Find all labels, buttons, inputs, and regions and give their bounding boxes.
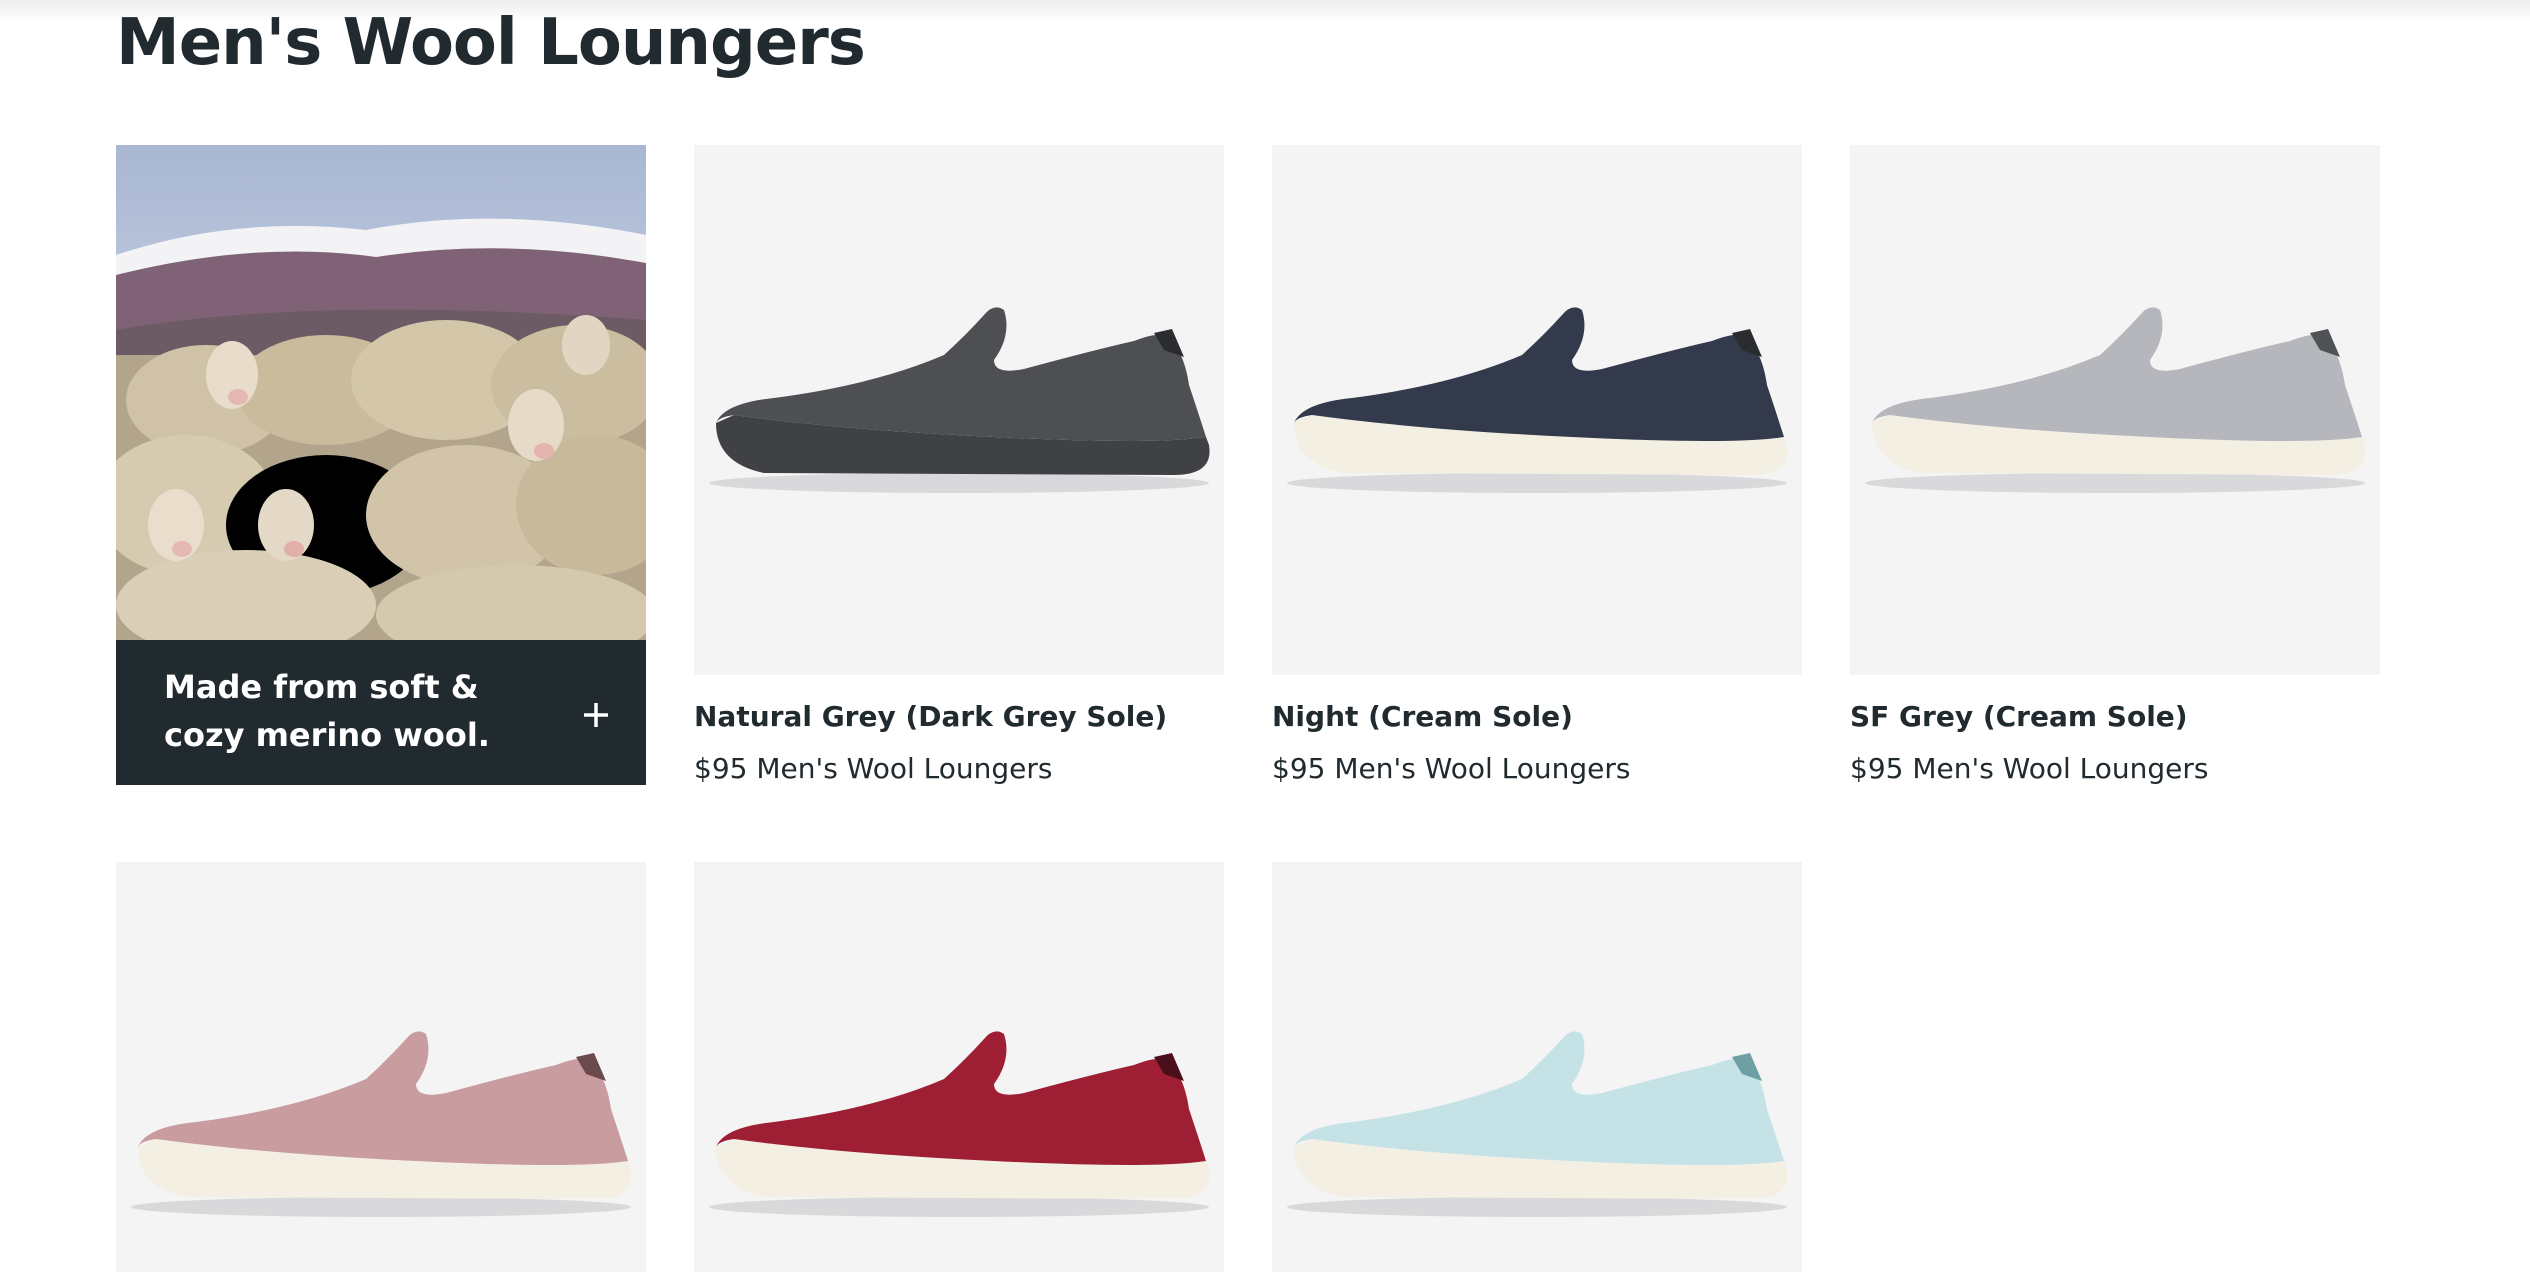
shoe-image: [1287, 1031, 1788, 1217]
shoe-image: [709, 1031, 1210, 1217]
product-price: $95: [694, 752, 748, 785]
promo-text: Made from soft & cozy merino wool.: [164, 663, 524, 759]
product-image-red[interactable]: [694, 862, 1224, 1272]
shoe-image: [131, 1031, 632, 1217]
promo-text-line-1: Made from soft &: [164, 668, 479, 706]
product-name[interactable]: Natural Grey (Dark Grey Sole): [694, 700, 1167, 733]
shoe-image: [1865, 307, 2366, 493]
product-name[interactable]: SF Grey (Cream Sole): [1850, 700, 2188, 733]
sheep-photo: [116, 145, 646, 640]
page-title: Men's Wool Loungers: [116, 6, 866, 80]
product-image-night[interactable]: [1272, 145, 1802, 675]
product-image-sf-grey[interactable]: [1850, 145, 2380, 675]
shoe-image: [709, 307, 1210, 493]
plus-icon[interactable]: [566, 685, 626, 745]
product-name[interactable]: Night (Cream Sole): [1272, 700, 1573, 733]
product-image-rose[interactable]: [116, 862, 646, 1272]
product-image-light-blue[interactable]: [1272, 862, 1802, 1272]
product-category: Men's Wool Loungers: [1334, 752, 1631, 785]
product-price: $95: [1272, 752, 1326, 785]
promo-text-line-2: cozy merino wool.: [164, 716, 490, 754]
product-price-line: $95 Men's Wool Loungers: [694, 752, 1053, 785]
product-price-line: $95 Men's Wool Loungers: [1850, 752, 2209, 785]
product-price-line: $95 Men's Wool Loungers: [1272, 752, 1631, 785]
product-price: $95: [1850, 752, 1904, 785]
product-category: Men's Wool Loungers: [1912, 752, 2209, 785]
product-image-natural-grey[interactable]: [694, 145, 1224, 675]
product-category: Men's Wool Loungers: [756, 752, 1053, 785]
shoe-image: [1287, 307, 1788, 493]
